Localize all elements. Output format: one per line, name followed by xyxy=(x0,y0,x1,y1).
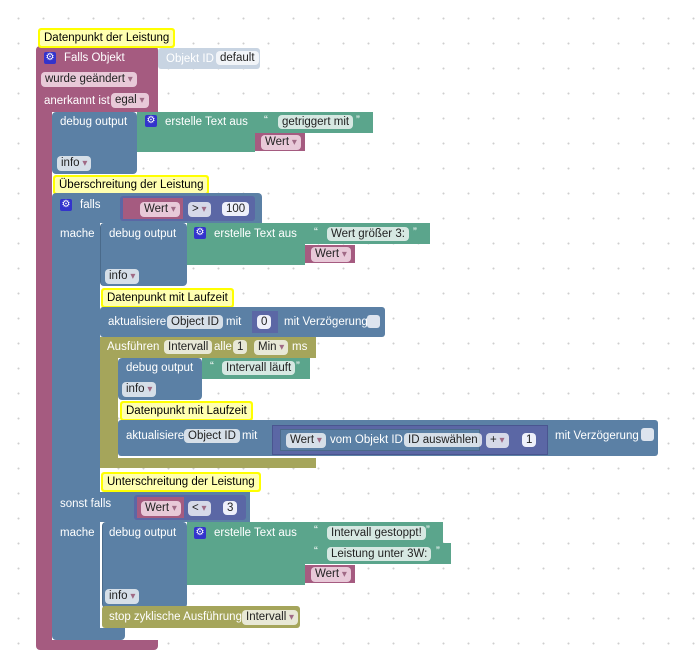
quote-close-icon: ” xyxy=(413,227,417,239)
debug-label: debug output xyxy=(60,116,128,128)
if-block-bottom xyxy=(52,628,125,640)
debug-label: debug output xyxy=(109,228,177,240)
delay-checkbox[interactable] xyxy=(367,315,380,328)
every-label: alle xyxy=(214,341,232,353)
interval-block-arm xyxy=(100,357,118,461)
quote-open-icon: “ xyxy=(264,115,268,127)
text-field[interactable]: Intervall läuft xyxy=(222,361,296,375)
ack-dropdown[interactable]: egal xyxy=(111,93,149,108)
interval-number-field[interactable]: 1 xyxy=(233,340,248,354)
number-field[interactable]: 100 xyxy=(222,202,250,216)
comment[interactable]: Datenpunkt der Leistung xyxy=(38,28,176,48)
quote-close-icon: ” xyxy=(436,546,440,558)
comment[interactable]: Unterschreitung der Leistung xyxy=(101,472,261,492)
else-if-label: sonst falls xyxy=(60,498,112,510)
level-dropdown[interactable]: info xyxy=(57,156,92,171)
debug-label: debug output xyxy=(126,362,194,374)
event-block-bottom xyxy=(36,640,158,650)
quote-open-icon: “ xyxy=(314,546,318,558)
number-field[interactable]: 0 xyxy=(257,315,272,329)
operator-dropdown[interactable]: > xyxy=(188,202,211,217)
with-label: mit xyxy=(242,430,258,442)
quote-close-icon: ” xyxy=(356,115,360,127)
delay-label: mit Verzögerung xyxy=(555,430,639,442)
ms-label: ms xyxy=(292,341,308,353)
variable-dropdown[interactable]: Wert xyxy=(141,501,181,516)
delay-label: mit Verzögerung xyxy=(284,316,368,328)
comment[interactable]: Datenpunkt mit Laufzeit xyxy=(101,288,234,308)
number-field[interactable]: 1 xyxy=(522,433,537,447)
text-field[interactable]: Leistung unter 3W: xyxy=(327,547,432,561)
text-join-label: erstelle Text aus xyxy=(165,116,248,128)
level-dropdown[interactable]: info xyxy=(105,589,140,604)
delay-checkbox[interactable] xyxy=(641,428,654,441)
debug-label: debug output xyxy=(109,527,177,539)
variable-dropdown[interactable]: Wert xyxy=(311,247,351,262)
if-block-arm xyxy=(52,222,100,632)
quote-open-icon: “ xyxy=(314,227,318,239)
text-field[interactable]: Intervall gestoppt! xyxy=(327,526,426,540)
from-object-label: vom Objekt ID xyxy=(330,434,403,446)
variable-dropdown[interactable]: Wert xyxy=(261,135,301,150)
if-label: falls xyxy=(80,199,101,211)
event-block-arm xyxy=(36,110,52,645)
text-field[interactable]: getriggert mit xyxy=(278,115,354,129)
trigger-dropdown[interactable]: wurde geändert xyxy=(41,72,137,87)
stop-label: stop zyklische Ausführung xyxy=(109,611,242,623)
object-id-field[interactable]: default xyxy=(216,51,259,65)
gear-icon[interactable]: ⚙ xyxy=(44,52,56,64)
text-join-label: erstelle Text aus xyxy=(214,527,297,539)
update-label: aktualisiere xyxy=(126,430,185,442)
quote-close-icon: ” xyxy=(426,525,430,537)
variable-dropdown[interactable]: Wert xyxy=(286,433,326,448)
interval-name-field[interactable]: Intervall xyxy=(164,340,213,354)
operator-dropdown[interactable]: < xyxy=(188,501,211,516)
level-dropdown[interactable]: info xyxy=(122,382,157,397)
ack-label: anerkannt ist xyxy=(44,95,110,107)
operator-dropdown[interactable]: + xyxy=(486,433,509,448)
object-id-label: Objekt ID xyxy=(166,53,214,65)
level-dropdown[interactable]: info xyxy=(105,269,140,284)
quote-open-icon: “ xyxy=(210,361,214,373)
comment[interactable]: Datenpunkt mit Laufzeit xyxy=(120,401,253,421)
object-id-field[interactable]: Object ID xyxy=(184,429,240,443)
text-field[interactable]: Wert größer 3: xyxy=(327,227,409,241)
update-label: aktualisiere xyxy=(108,316,167,328)
do-label: mache xyxy=(60,228,95,240)
interval-label: Ausführen xyxy=(107,341,160,353)
number-field[interactable]: 3 xyxy=(223,501,238,515)
with-label: mit xyxy=(226,316,242,328)
object-id-field[interactable]: Object ID xyxy=(167,315,223,329)
gear-icon[interactable]: ⚙ xyxy=(194,227,206,239)
unit-dropdown[interactable]: Min xyxy=(254,340,289,355)
gear-icon[interactable]: ⚙ xyxy=(60,199,72,211)
event-label: Falls Objekt xyxy=(64,52,125,64)
comment[interactable]: Überschreitung der Leistung xyxy=(53,175,210,195)
gear-icon[interactable]: ⚙ xyxy=(194,527,206,539)
interval-dropdown[interactable]: Intervall xyxy=(242,610,299,625)
interval-block-bottom xyxy=(100,458,316,468)
do-label: mache xyxy=(60,527,95,539)
variable-dropdown[interactable]: Wert xyxy=(140,202,180,217)
variable-dropdown[interactable]: Wert xyxy=(311,567,351,582)
select-id-field[interactable]: ID auswählen xyxy=(404,433,482,447)
quote-close-icon: ” xyxy=(296,361,300,373)
text-join-label: erstelle Text aus xyxy=(214,228,297,240)
quote-open-icon: “ xyxy=(314,525,318,537)
gear-icon[interactable]: ⚙ xyxy=(145,115,157,127)
